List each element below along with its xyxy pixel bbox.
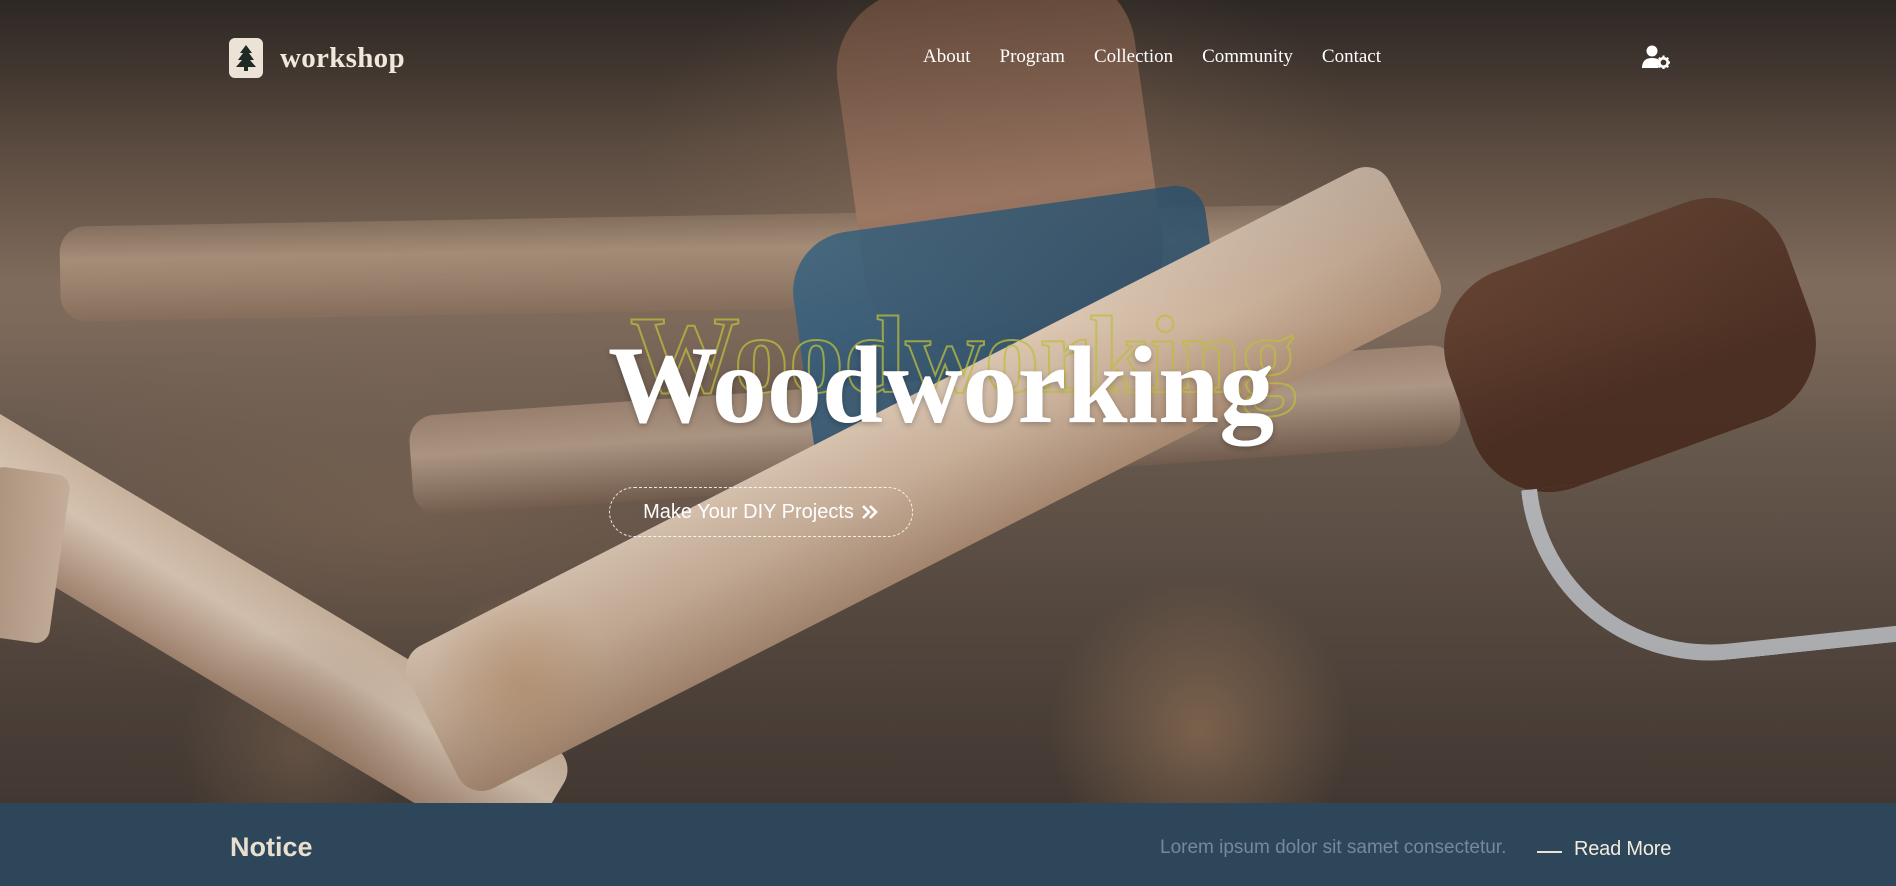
notice-text: Lorem ipsum dolor sit samet consectetur. (1160, 837, 1507, 858)
top-navigation-bar: workshop About Program Collection Commun… (0, 0, 1896, 118)
notice-divider (1537, 851, 1562, 853)
read-more-link[interactable]: Read More (1574, 838, 1671, 861)
user-settings-icon[interactable] (1642, 45, 1670, 69)
nav-item-collection[interactable]: Collection (1094, 46, 1173, 68)
double-chevron-right-icon (861, 504, 879, 520)
cta-label: Make Your DIY Projects (643, 500, 854, 523)
nav-item-about[interactable]: About (923, 46, 971, 68)
hero-title: Woodworking (608, 324, 1275, 446)
brand-logo-link[interactable]: workshop (229, 38, 405, 78)
nav-item-community[interactable]: Community (1202, 46, 1293, 68)
diy-projects-button[interactable]: Make Your DIY Projects (609, 487, 913, 537)
notice-title: Notice (230, 832, 313, 862)
nav-item-contact[interactable]: Contact (1322, 46, 1381, 68)
main-nav: About Program Collection Community Conta… (923, 46, 1381, 68)
notice-bar: Notice Lorem ipsum dolor sit samet conse… (0, 803, 1896, 886)
tree-icon (229, 38, 263, 78)
nav-item-program[interactable]: Program (1000, 46, 1065, 68)
hero-headline: Woodworking Woodworking (0, 299, 1896, 460)
brand-name: workshop (280, 41, 405, 74)
